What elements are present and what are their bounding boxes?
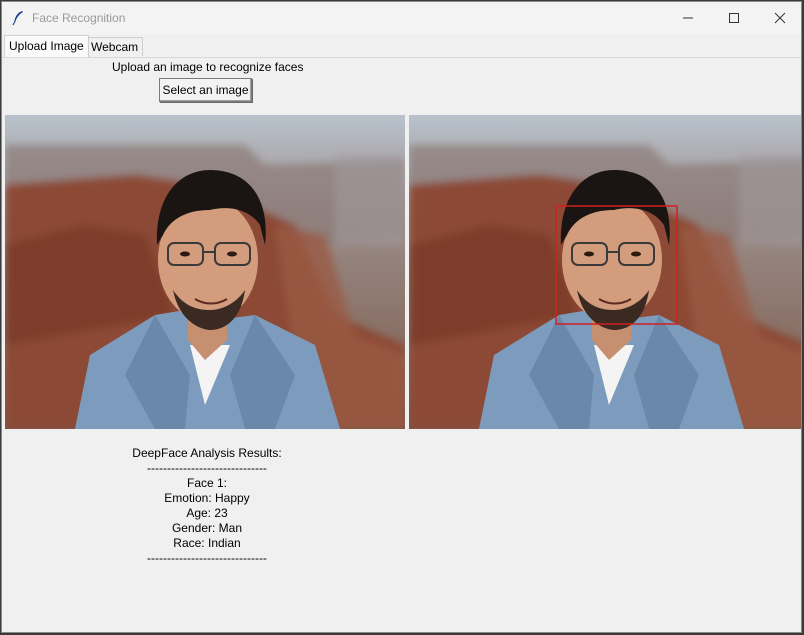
maximize-button[interactable] bbox=[711, 2, 757, 34]
results-separator-end: ------------------------------ bbox=[147, 551, 267, 565]
face-label: Face 1: bbox=[186, 476, 228, 490]
minimize-icon bbox=[683, 17, 693, 19]
face-race: Race: Indian bbox=[173, 536, 241, 550]
app-window: Face Recognition Upload Image Webcam Upl… bbox=[1, 1, 802, 633]
analysis-results: DeepFace Analysis Results: -------------… bbox=[107, 446, 307, 566]
face-age: Age: 23 bbox=[186, 506, 228, 520]
original-image bbox=[5, 115, 405, 429]
face-gender: Gender: Man bbox=[171, 521, 243, 535]
processed-image bbox=[409, 115, 801, 429]
minimize-button[interactable] bbox=[665, 2, 711, 34]
face-emotion: Emotion: Happy bbox=[164, 491, 250, 505]
window-title: Face Recognition bbox=[32, 11, 126, 25]
select-image-button[interactable]: Select an image bbox=[159, 78, 252, 102]
close-icon bbox=[774, 12, 786, 24]
results-heading: DeepFace Analysis Results: bbox=[132, 446, 282, 460]
close-button[interactable] bbox=[757, 2, 801, 34]
tab-webcam[interactable]: Webcam bbox=[86, 37, 144, 56]
tab-upload-image[interactable]: Upload Image bbox=[4, 35, 89, 57]
tab-bar: Upload Image Webcam bbox=[2, 35, 801, 58]
maximize-icon bbox=[729, 13, 739, 23]
feather-icon bbox=[12, 11, 23, 26]
results-separator: ------------------------------ bbox=[147, 461, 267, 475]
upload-instruction: Upload an image to recognize faces bbox=[112, 60, 304, 74]
title-bar[interactable]: Face Recognition bbox=[2, 2, 801, 34]
